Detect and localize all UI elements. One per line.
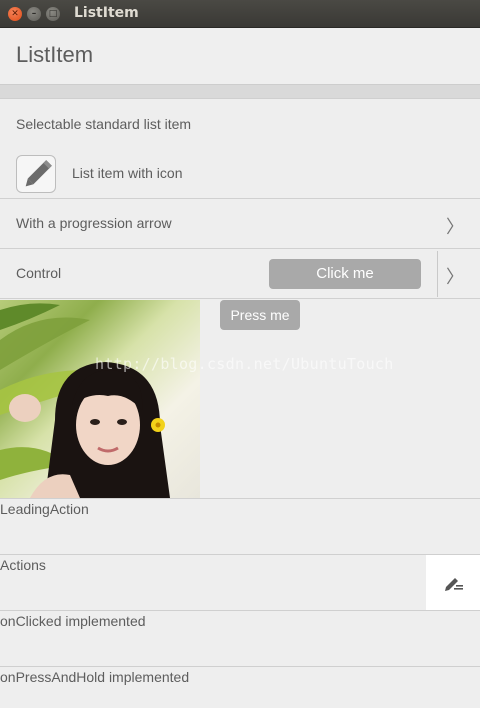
window-close-button[interactable]: ✕ (8, 7, 22, 21)
list-item-label: List item with icon (72, 165, 183, 181)
window-minimize-button[interactable]: – (27, 7, 41, 21)
list-item-label: LeadingAction (0, 501, 89, 517)
trailing-action-button[interactable] (426, 555, 480, 610)
click-me-button[interactable]: Click me (269, 259, 421, 289)
photo (0, 300, 200, 498)
window-titlebar: ✕ – □ ListItem (0, 0, 480, 28)
chevron-right-icon: 〉 (446, 267, 464, 288)
list-item-label: Control (16, 265, 62, 281)
list-item-selectable[interactable]: Selectable standard list item (0, 100, 480, 150)
header-divider (0, 85, 480, 99)
list-item-label: onClicked implemented (0, 613, 146, 629)
window-maximize-button[interactable]: □ (46, 7, 60, 21)
list-item-progression[interactable]: With a progression arrow 〉 (0, 199, 480, 249)
divider (437, 251, 438, 297)
window-title: ListItem (74, 5, 139, 21)
list-item-label: With a progression arrow (16, 215, 172, 231)
edit-icon (445, 578, 463, 591)
press-me-button[interactable]: Press me (220, 300, 300, 330)
list-item-image[interactable]: Press me http://blog.csdn.net/UbuntuTouc… (0, 300, 480, 499)
list-item-leading-action[interactable]: LeadingAction (0, 499, 480, 555)
list-item-with-icon[interactable]: List item with icon (0, 149, 480, 199)
list-item-on-clicked[interactable]: onClicked implemented (0, 611, 480, 667)
page-title: ListItem (16, 42, 94, 67)
pencil-icon (16, 155, 56, 193)
chevron-right-icon: 〉 (446, 217, 464, 238)
list-item-on-press-hold[interactable]: onPressAndHold implemented (0, 667, 480, 708)
watermark: http://blog.csdn.net/UbuntuTouch (95, 355, 394, 373)
list-item-label: Actions (0, 557, 46, 573)
list-item-label: Selectable standard list item (16, 116, 192, 132)
page-header: ListItem (0, 28, 480, 85)
list-item-label: onPressAndHold implemented (0, 669, 190, 685)
list-item-control[interactable]: Control Click me 〉 (0, 249, 480, 299)
list-item-actions[interactable]: Actions (0, 555, 480, 611)
